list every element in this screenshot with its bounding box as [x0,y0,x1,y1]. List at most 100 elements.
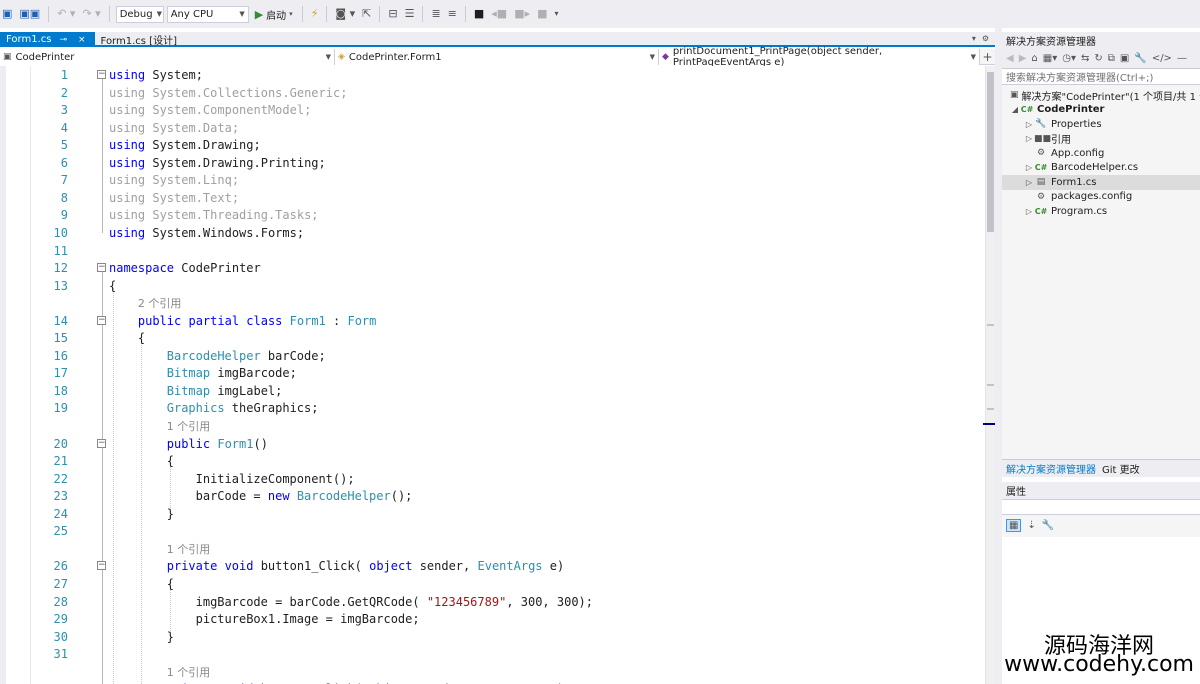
expand-arrow-icon[interactable]: ▷ [1024,120,1034,129]
prev-bookmark-icon[interactable]: ◂■ [489,6,509,22]
close-icon[interactable]: × [78,35,89,45]
code-line[interactable]: 21 { [0,453,985,470]
redo-icon[interactable]: ↷ ▾ [80,6,102,22]
tree-item[interactable]: ▷ ■■ 引用 [1002,132,1200,147]
pending-changes-icon[interactable]: ◷▾ [1062,53,1076,64]
alphabetical-icon[interactable]: ⇣ [1027,520,1035,531]
code-line[interactable]: 24} [0,506,985,523]
format-icon[interactable]: ⊟ [386,6,399,22]
back-icon[interactable]: ◀ [1006,53,1014,64]
editor-vertical-scrollbar[interactable] [983,66,997,684]
solution-platform-dropdown[interactable]: Any CPU ▼ [166,5,249,23]
save-all-icon[interactable]: ▣▣ [17,6,42,22]
camera-icon[interactable]: ◙ ▾ [333,6,357,22]
code-line[interactable]: 26 − private void button1_Click( object se… [0,558,985,575]
code-line[interactable]: 31 [0,646,985,663]
code-line[interactable]: 4 using System.Data; [0,120,985,137]
switch-views-icon[interactable]: ▦▾ [1043,53,1057,64]
uncomment-icon[interactable]: ≡ [446,6,459,22]
code-line[interactable]: 28 imgBarcode = barCode.GetQRCode( "12345… [0,594,985,611]
code-line[interactable]: 15 { [0,330,985,347]
codelens-row[interactable]: 1 个引用 [0,664,985,681]
show-all-files-icon[interactable]: ▣ [1120,53,1129,64]
code-line[interactable]: 10 using System.Windows.Forms; [0,225,985,242]
tab-git-changes[interactable]: Git 更改 [1102,461,1140,476]
scrollbar-thumb[interactable] [987,72,994,232]
tree-item[interactable]: ◢ C# CodePrinter [1002,103,1200,118]
collapse-icon[interactable]: − [97,315,106,325]
code-line[interactable]: 6 using System.Drawing.Printing; [0,155,985,172]
hot-reload-icon[interactable]: ⚡ [309,6,321,22]
collapse-icon[interactable]: − [97,561,106,571]
start-button[interactable]: ▶ 启动 ▾ [252,7,296,22]
codelens-row[interactable]: 2 个引用 [0,295,985,312]
solution-configuration-dropdown[interactable]: Debug ▼ [115,5,164,23]
expand-arrow-icon[interactable]: ▷ [1024,207,1034,216]
code-line[interactable]: 13 { [0,278,985,295]
code-line[interactable]: 12 − namespace CodePrinter [0,260,985,277]
tab-solution-explorer[interactable]: 解决方案资源管理器 [1006,461,1096,476]
code-editor[interactable]: 1− using System; 2 using System.Collections… [0,66,995,684]
settings-icon[interactable]: ⚙ [982,34,989,43]
tab-form1-designer[interactable]: Form1.cs [设计] [95,32,183,47]
code-line[interactable]: 7 using System.Linq; [0,172,985,189]
code-line[interactable]: 9 using System.Threading.Tasks; [0,207,985,224]
tab-list-icon[interactable]: ▾ [972,34,976,43]
collapse-icon[interactable]: − [97,438,106,448]
next-bookmark-icon[interactable]: ■▸ [512,6,532,22]
tree-item[interactable]: ⚙ packages.config [1002,190,1200,205]
solution-explorer-search-input[interactable]: 搜索解决方案资源管理器(Ctrl+;) [1002,69,1200,85]
code-line[interactable]: 23 barCode = new BarcodeHelper(); [0,488,985,505]
properties-object-selector[interactable] [1002,499,1200,515]
save-icon[interactable]: ▣ [0,6,14,22]
indent-icon[interactable]: ☰ [403,6,417,22]
code-line[interactable]: 1 − using System; [0,67,985,84]
codelens-row[interactable]: 1 个引用 [0,541,985,558]
tree-item[interactable]: ▷ ▤ Form1.cs [1002,175,1200,190]
code-line[interactable]: 29 pictureBox1.Image = imgBarcode; [0,611,985,628]
collapse-all-icon[interactable]: ⧉ [1108,53,1115,64]
reference-count-hint[interactable]: 1 个引用 [167,543,211,556]
expand-arrow-icon[interactable]: ▷ [1024,163,1034,172]
tree-item[interactable]: ▷ 🔧 Properties [1002,117,1200,132]
collapse-icon[interactable]: − [97,70,106,79]
categorized-icon[interactable]: ▦ [1006,518,1022,532]
property-pages-icon[interactable]: 🔧 [1042,520,1054,531]
code-view-icon[interactable]: </> [1152,53,1172,64]
tree-item[interactable]: ▷ C# BarcodeHelper.cs [1002,161,1200,176]
toolbar-overflow-icon[interactable]: ▾ [553,6,561,22]
code-line[interactable]: 18 Bitmap imgLabel; [0,383,985,400]
code-line[interactable]: 2 using System.Collections.Generic; [0,85,985,102]
expand-arrow-icon[interactable]: ▷ [1024,134,1034,143]
comment-icon[interactable]: ≣ [429,6,442,22]
navigate-icon[interactable]: ⇱ [360,6,373,22]
tree-item[interactable]: ▣ 解决方案"CodePrinter"(1 个项目/共 1 个) [1002,88,1200,103]
code-line[interactable]: 5 using System.Drawing; [0,137,985,154]
expand-arrow-icon[interactable]: ▷ [1024,178,1034,187]
code-line[interactable]: 16 BarcodeHelper barCode; [0,348,985,365]
reference-count-hint[interactable]: 1 个引用 [167,666,211,679]
reference-count-hint[interactable]: 1 个引用 [167,420,211,433]
project-dropdown[interactable]: ▣ CodePrinter ▼ [0,49,335,65]
code-line[interactable]: 25 [0,523,985,540]
type-dropdown[interactable]: ◈ CodePrinter.Form1 ▼ [335,49,659,65]
split-editor-icon[interactable]: + [980,49,995,64]
tree-item[interactable]: ▷ C# Program.cs [1002,204,1200,219]
collapse-icon[interactable]: − [97,263,106,273]
home-icon[interactable]: ⌂ [1031,53,1037,64]
tree-item[interactable]: ⚙ App.config [1002,146,1200,161]
code-line[interactable]: 3 using System.ComponentModel; [0,102,985,119]
sync-icon[interactable]: ⇆ [1081,53,1089,64]
expand-arrow-icon[interactable]: ◢ [1010,105,1020,114]
overflow-icon[interactable]: — [1177,53,1187,64]
pin-icon[interactable]: ⊸ [59,35,70,45]
code-line[interactable]: 19 Graphics theGraphics; [0,400,985,417]
forward-icon[interactable]: ▶ [1019,53,1027,64]
code-line[interactable]: 20 − public Form1() [0,436,985,453]
code-line[interactable]: 27 { [0,576,985,593]
code-line[interactable]: 17 Bitmap imgBarcode; [0,365,985,382]
codelens-row[interactable]: 1 个引用 [0,418,985,435]
member-dropdown[interactable]: ◆ printDocument1_PrintPage(object sender… [659,46,980,68]
properties-icon[interactable]: 🔧 [1134,53,1146,64]
code-line[interactable]: 11 [0,243,985,260]
